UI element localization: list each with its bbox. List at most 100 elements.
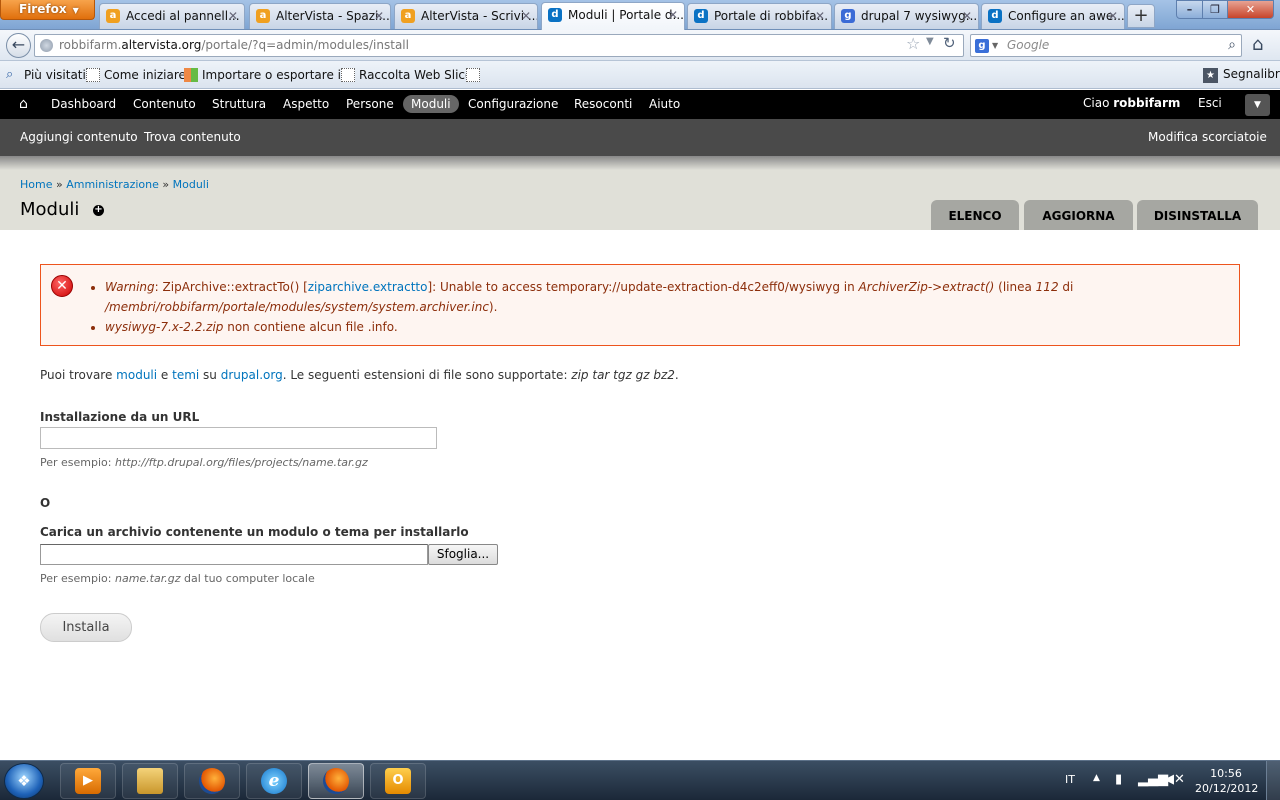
bookmark-item[interactable]: Importare o esportare i... xyxy=(182,67,352,83)
taskbar-explorer[interactable] xyxy=(122,763,178,799)
browser-tab[interactable]: a AlterVista - Scrivi ... ✕ xyxy=(394,3,538,29)
desc-suffix: dal tuo computer locale xyxy=(180,572,315,585)
bookmark-empty-icon[interactable] xyxy=(466,68,480,82)
error-text: ]: Unable to access temporary://update-e… xyxy=(427,280,859,294)
back-button[interactable]: ← xyxy=(6,33,31,58)
toolbar-item-configuration[interactable]: Configurazione xyxy=(468,96,558,112)
modules-link[interactable]: moduli xyxy=(116,368,157,382)
search-input[interactable]: g ▼ Google ⌕ xyxy=(970,34,1242,57)
url-host: altervista.org xyxy=(121,38,202,52)
install-url-input[interactable] xyxy=(40,427,437,449)
themes-link[interactable]: temi xyxy=(172,368,199,382)
window-minimize-button[interactable]: – xyxy=(1176,0,1203,19)
url-install-label: Installazione da un URL xyxy=(40,410,200,424)
browser-tab[interactable]: a Accedi al pannell... ✕ xyxy=(99,3,245,29)
browser-tab[interactable]: g drupal 7 wysiwyg... ✕ xyxy=(834,3,979,29)
toolbar-item-structure[interactable]: Struttura xyxy=(212,96,266,112)
windows-taskbar: ❖ ▶ e O IT ▲ ▮ ▂▄▆ ◀✕ 10:56 20/12/2012 xyxy=(0,760,1280,800)
firefox-icon xyxy=(199,768,225,794)
browser-tab[interactable]: a AlterVista - Spazi... ✕ xyxy=(249,3,391,29)
taskbar-internet-explorer[interactable]: e xyxy=(246,763,302,799)
page-title: Moduli xyxy=(20,199,80,220)
user-greeting: Ciao robbifarm xyxy=(1083,96,1180,110)
browse-button[interactable]: Sfoglia... xyxy=(428,544,498,565)
taskbar-outlook[interactable]: O xyxy=(370,763,426,799)
globe-icon xyxy=(40,39,53,52)
show-desktop-button[interactable] xyxy=(1266,761,1280,800)
tab-uninstall[interactable]: Disinstalla xyxy=(1137,200,1258,230)
volume-muted-icon[interactable]: ◀✕ xyxy=(1164,772,1185,787)
bookmark-label: Più visitati xyxy=(24,68,86,82)
toolbar-item-reports[interactable]: Resoconti xyxy=(574,96,632,112)
tab-list[interactable]: Elenco xyxy=(931,200,1019,230)
window-close-button[interactable]: ✕ xyxy=(1227,0,1274,19)
chevron-down-icon[interactable]: ▼ xyxy=(926,36,934,47)
search-icon[interactable]: ⌕ xyxy=(1228,35,1236,56)
desc-prefix: Per esempio: xyxy=(40,572,115,585)
close-icon[interactable]: ✕ xyxy=(521,4,531,28)
chevron-down-icon: ▼ xyxy=(1254,100,1261,110)
firefox-icon xyxy=(323,768,349,794)
logout-link[interactable]: Esci xyxy=(1198,96,1222,110)
shortcut-find-content[interactable]: Trova contenuto xyxy=(144,130,241,144)
clock[interactable]: 10:56 20/12/2012 xyxy=(1195,766,1258,796)
shortcuts-bar: Aggiungi contenuto Trova contenuto Modif… xyxy=(0,119,1280,156)
bookmark-item[interactable]: ⌕ Più visitati xyxy=(4,67,86,83)
close-icon[interactable]: ✕ xyxy=(962,4,972,28)
drupal-org-link[interactable]: drupal.org xyxy=(221,368,283,382)
reload-icon[interactable]: ↻ xyxy=(943,34,956,52)
php-doc-link[interactable]: ziparchive.extractto xyxy=(308,280,428,294)
clock-time: 10:56 xyxy=(1210,767,1242,780)
error-item: Warning: ZipArchive::extractTo() [ziparc… xyxy=(105,277,1225,317)
username-link[interactable]: robbifarm xyxy=(1113,96,1180,110)
browser-tab[interactable]: d Configure an awe... ✕ xyxy=(981,3,1125,29)
toolbar-item-content[interactable]: Contenuto xyxy=(133,96,196,112)
close-icon[interactable]: ✕ xyxy=(1108,4,1118,28)
tab-label: Moduli | Portale d... xyxy=(568,8,684,22)
close-icon[interactable]: ✕ xyxy=(815,4,825,28)
add-shortcut-icon[interactable]: + xyxy=(93,205,104,216)
input-language[interactable]: IT xyxy=(1065,773,1075,786)
bookmark-item[interactable]: Come iniziare xyxy=(84,67,186,83)
window-maximize-button[interactable]: ❐ xyxy=(1202,0,1228,19)
close-icon[interactable]: ✕ xyxy=(668,3,678,27)
error-archive-file: wysiwyg-7.x-2.2.zip xyxy=(105,320,224,334)
show-hidden-icons-icon[interactable]: ▲ xyxy=(1093,773,1100,783)
firefox-menu-button[interactable]: Firefox ▼ xyxy=(0,0,95,20)
bookmarks-menu-label: Segnalibri xyxy=(1223,67,1280,81)
toolbar-toggle-button[interactable]: ▼ xyxy=(1245,94,1270,116)
close-icon[interactable]: ✕ xyxy=(374,4,384,28)
power-icon[interactable]: ▮ xyxy=(1115,772,1122,787)
browser-titlebar: Firefox ▼ a Accedi al pannell... ✕ a Alte… xyxy=(0,0,1280,30)
shortcut-add-content[interactable]: Aggiungi contenuto xyxy=(20,130,138,144)
toolbar-item-appearance[interactable]: Aspetto xyxy=(283,96,329,112)
taskbar-firefox-active[interactable] xyxy=(308,763,364,799)
start-button[interactable]: ❖ xyxy=(4,763,44,799)
breadcrumb-home[interactable]: Home xyxy=(20,178,52,191)
home-button[interactable]: ⌂ xyxy=(1252,34,1263,55)
toolbar-item-help[interactable]: Aiuto xyxy=(649,96,680,112)
tab-update[interactable]: Aggiorna xyxy=(1024,200,1133,230)
bookmarks-menu-button[interactable]: ★ Segnalibri xyxy=(1203,67,1280,83)
upload-file-input[interactable] xyxy=(40,544,428,565)
taskbar-media-player[interactable]: ▶ xyxy=(60,763,116,799)
home-icon[interactable]: ⌂ xyxy=(19,96,28,112)
url-bar[interactable]: robbifarm.altervista.org/portale/?q=admi… xyxy=(34,34,964,57)
chevron-down-icon[interactable]: ▼ xyxy=(992,35,998,56)
browser-tab[interactable]: d Portale di robbifa... ✕ xyxy=(687,3,832,29)
taskbar-firefox[interactable] xyxy=(184,763,240,799)
close-icon[interactable]: ✕ xyxy=(228,4,238,28)
edit-shortcuts-link[interactable]: Modifica scorciatoie xyxy=(1148,130,1267,144)
page-icon xyxy=(86,68,100,82)
most-visited-icon: ⌕ xyxy=(6,67,14,82)
toolbar-item-people[interactable]: Persone xyxy=(346,96,394,112)
breadcrumb-modules[interactable]: Moduli xyxy=(173,178,209,191)
browser-tab-active[interactable]: d Moduli | Portale d... ✕ xyxy=(541,2,685,30)
breadcrumb-administration[interactable]: Amministrazione xyxy=(66,178,159,191)
toolbar-item-dashboard[interactable]: Dashboard xyxy=(51,96,116,112)
install-button[interactable]: Installa xyxy=(40,613,132,642)
toolbar-item-modules[interactable]: Moduli xyxy=(403,95,459,113)
new-tab-button[interactable]: + xyxy=(1127,4,1155,28)
bookmark-star-icon[interactable]: ☆ xyxy=(906,34,920,53)
bookmark-item[interactable]: Raccolta Web Slice xyxy=(339,67,472,83)
